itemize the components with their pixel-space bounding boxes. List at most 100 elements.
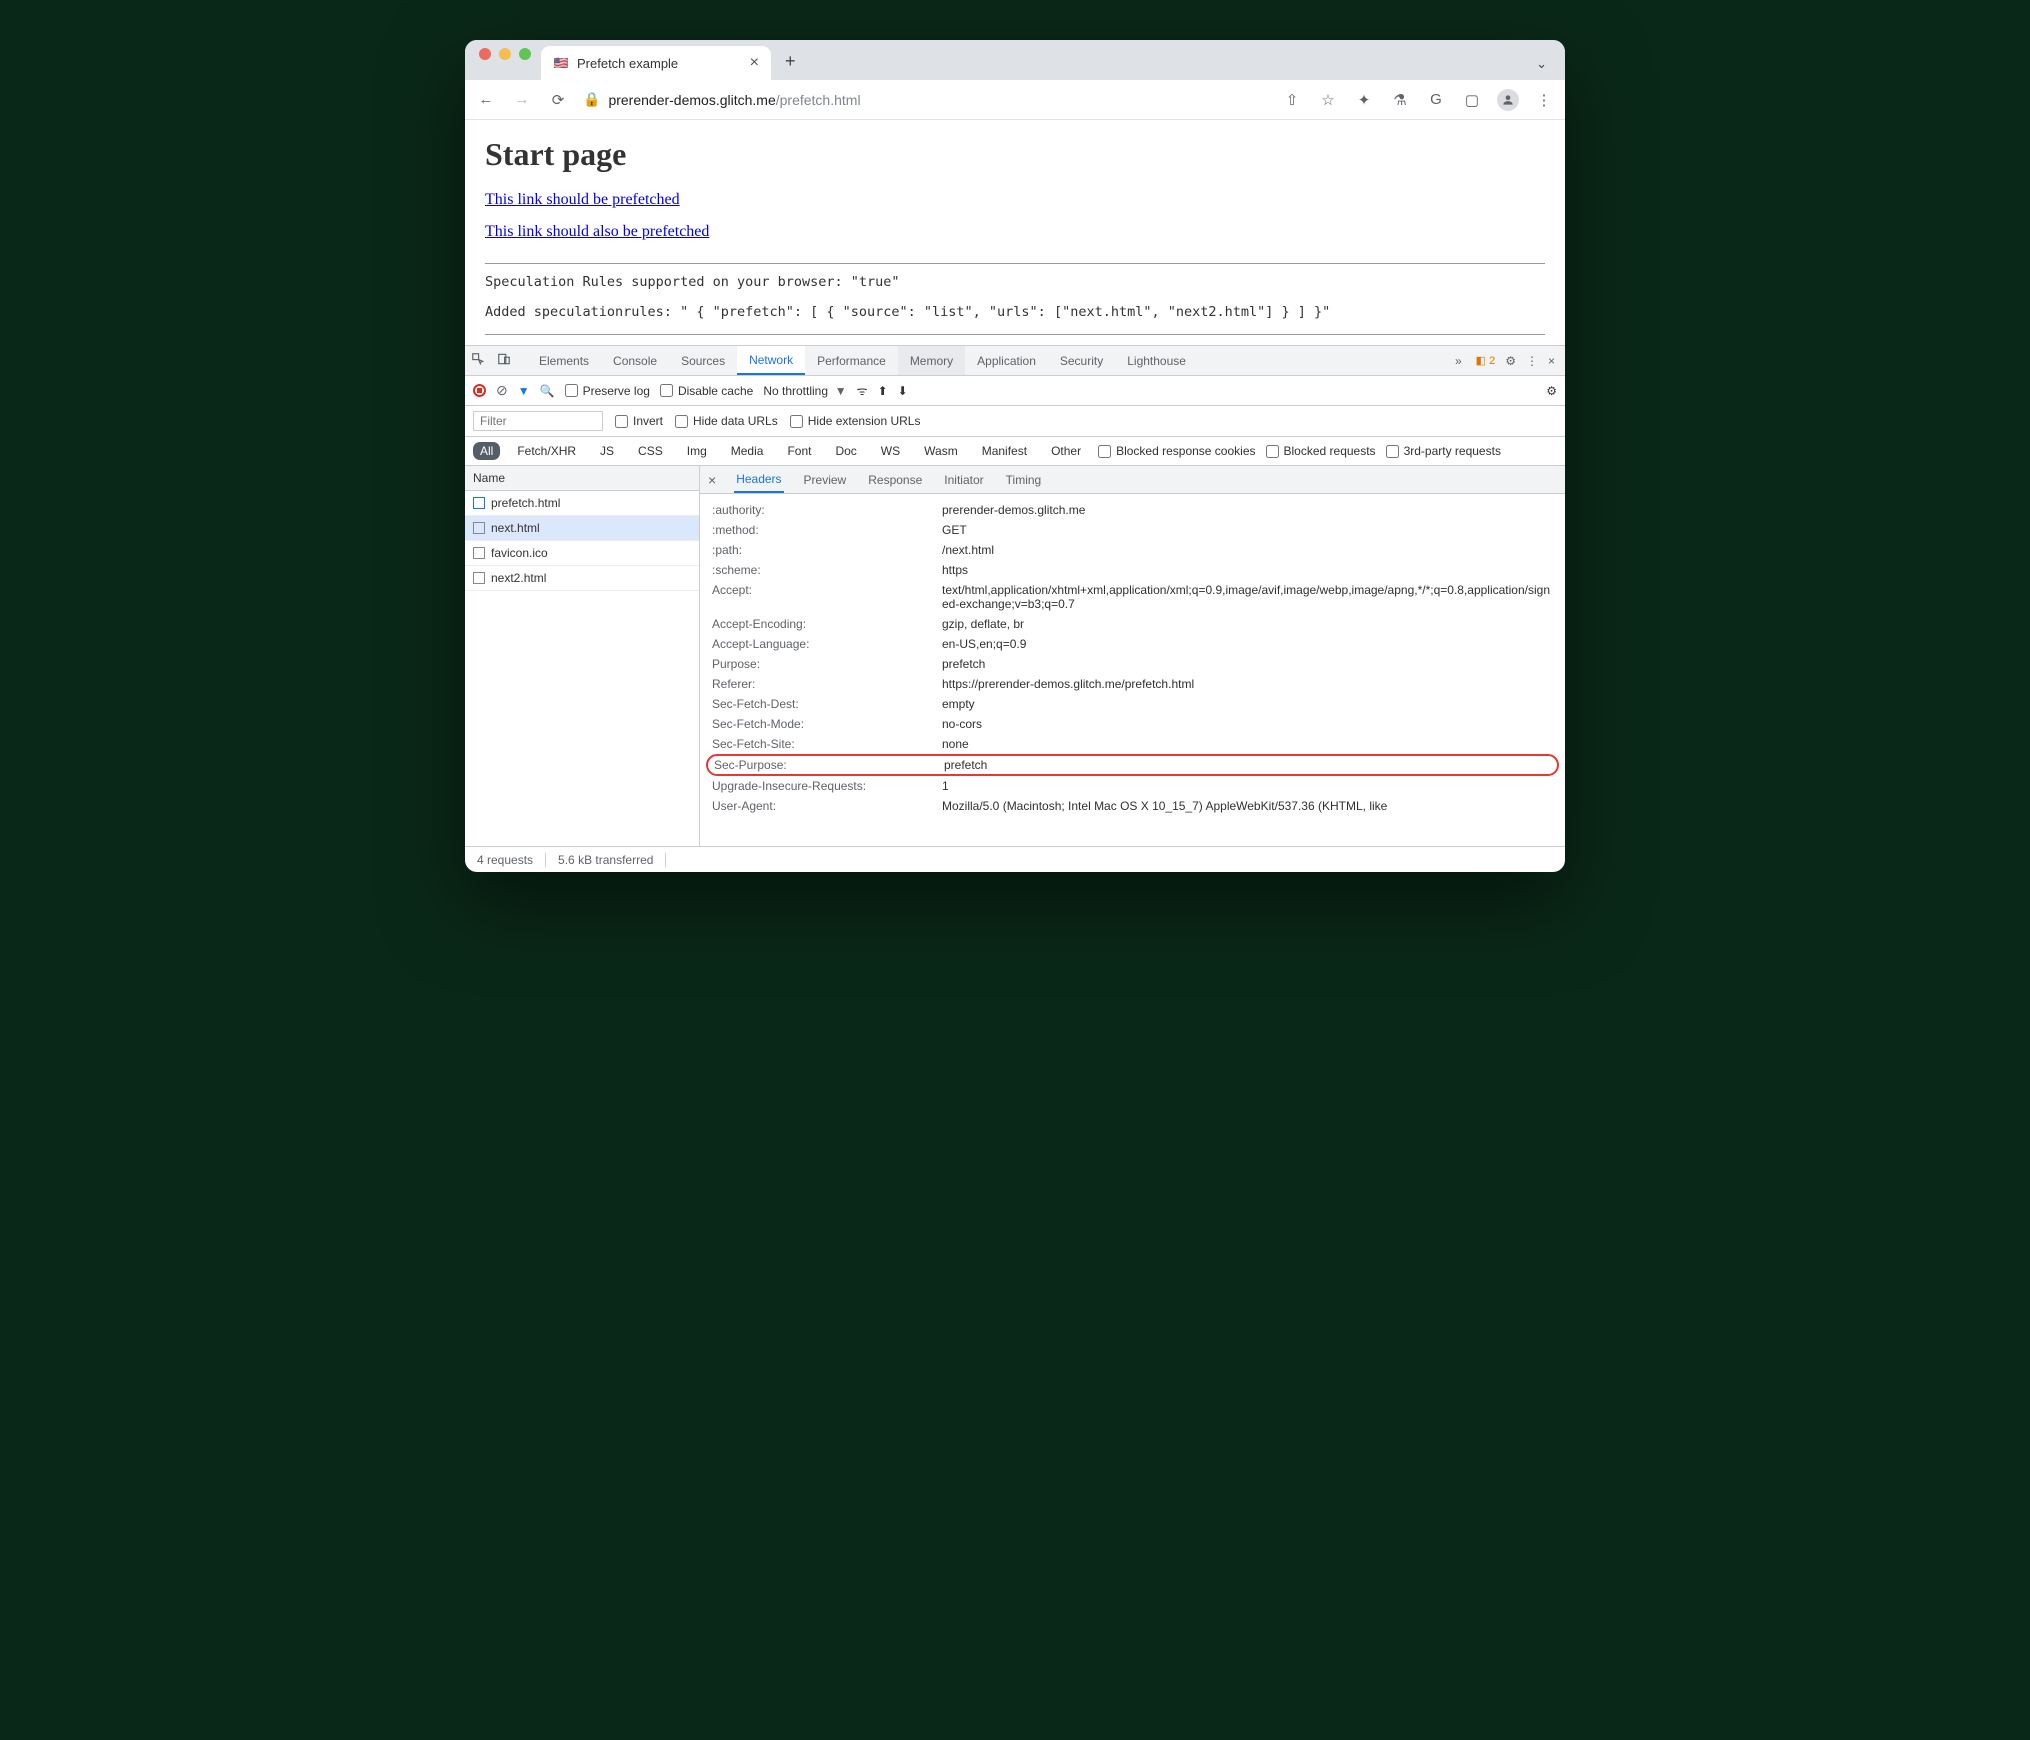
tab-lighthouse[interactable]: Lighthouse bbox=[1115, 346, 1198, 375]
tab-headers[interactable]: Headers bbox=[734, 466, 783, 493]
import-icon[interactable]: ⬆ bbox=[878, 384, 888, 398]
tab-elements[interactable]: Elements bbox=[527, 346, 601, 375]
request-row[interactable]: next2.html bbox=[465, 566, 699, 591]
header-row: :authority:prerender-demos.glitch.me bbox=[700, 500, 1565, 520]
tab-network[interactable]: Network bbox=[737, 346, 805, 375]
google-icon[interactable]: G bbox=[1425, 91, 1447, 108]
labs-icon[interactable]: ⚗ bbox=[1389, 91, 1411, 109]
minimize-window-icon[interactable] bbox=[499, 48, 511, 60]
type-filter-manifest[interactable]: Manifest bbox=[975, 442, 1034, 460]
tab-memory[interactable]: Memory bbox=[898, 346, 965, 375]
request-row[interactable]: favicon.ico bbox=[465, 541, 699, 566]
header-key: :method: bbox=[712, 523, 942, 537]
gear-icon[interactable]: ⚙ bbox=[1546, 384, 1557, 398]
device-icon[interactable] bbox=[491, 352, 517, 369]
tab-preview[interactable]: Preview bbox=[802, 466, 849, 493]
gear-icon[interactable]: ⚙ bbox=[1505, 354, 1516, 368]
header-row: User-Agent:Mozilla/5.0 (Macintosh; Intel… bbox=[700, 796, 1565, 816]
type-filter-fetchxhr[interactable]: Fetch/XHR bbox=[510, 442, 583, 460]
header-value: en-US,en;q=0.9 bbox=[942, 637, 1553, 651]
request-row[interactable]: prefetch.html bbox=[465, 491, 699, 516]
type-filter-js[interactable]: JS bbox=[593, 442, 621, 460]
disable-cache-checkbox[interactable]: Disable cache bbox=[660, 384, 753, 398]
blocked-requests-checkbox[interactable]: Blocked requests bbox=[1266, 444, 1376, 458]
header-value: https bbox=[942, 563, 1553, 577]
header-value: empty bbox=[942, 697, 1553, 711]
browser-window: 🇺🇸 Prefetch example × + ⌄ ← → ⟳ 🔒 preren… bbox=[465, 40, 1565, 872]
request-name: next.html bbox=[491, 521, 540, 535]
filter-row: Invert Hide data URLs Hide extension URL… bbox=[465, 406, 1565, 437]
close-details-icon[interactable]: × bbox=[708, 472, 716, 488]
tab-console[interactable]: Console bbox=[601, 346, 669, 375]
sidepanel-icon[interactable]: ▢ bbox=[1461, 91, 1483, 109]
throttling-select[interactable]: No throttling ▼ bbox=[763, 384, 846, 398]
link-prefetch-2[interactable]: This link should also be prefetched bbox=[485, 223, 709, 241]
preserve-log-checkbox[interactable]: Preserve log bbox=[565, 384, 650, 398]
tab-dropdown-icon[interactable]: ⌄ bbox=[1526, 56, 1557, 80]
type-filter-doc[interactable]: Doc bbox=[828, 442, 863, 460]
tab-sources[interactable]: Sources bbox=[669, 346, 737, 375]
header-value: prerender-demos.glitch.me bbox=[942, 503, 1553, 517]
clear-icon[interactable]: ⊘ bbox=[496, 382, 508, 399]
type-filter-all[interactable]: All bbox=[473, 442, 500, 460]
type-filter-media[interactable]: Media bbox=[724, 442, 771, 460]
filter-icon[interactable]: ▼ bbox=[518, 384, 530, 398]
network-conditions-icon[interactable]: ᯤ bbox=[857, 382, 868, 399]
record-button[interactable] bbox=[473, 384, 486, 397]
extensions-icon[interactable]: ✦ bbox=[1353, 91, 1375, 109]
status-text-1: Speculation Rules supported on your brow… bbox=[485, 274, 1545, 290]
url-path: /prefetch.html bbox=[776, 92, 861, 108]
divider bbox=[485, 263, 1545, 264]
tab-response[interactable]: Response bbox=[866, 466, 924, 493]
browser-tab[interactable]: 🇺🇸 Prefetch example × bbox=[541, 46, 771, 80]
tab-initiator[interactable]: Initiator bbox=[942, 466, 985, 493]
share-icon[interactable]: ⇧ bbox=[1281, 91, 1303, 109]
link-prefetch-1[interactable]: This link should be prefetched bbox=[485, 191, 680, 209]
header-key: Accept-Language: bbox=[712, 637, 942, 651]
type-filter-css[interactable]: CSS bbox=[631, 442, 670, 460]
header-key: :authority: bbox=[712, 503, 942, 517]
blocked-cookies-checkbox[interactable]: Blocked response cookies bbox=[1098, 444, 1255, 458]
avatar-icon[interactable] bbox=[1497, 89, 1519, 111]
type-filter-other[interactable]: Other bbox=[1044, 442, 1088, 460]
type-filter-ws[interactable]: WS bbox=[874, 442, 907, 460]
more-tabs-icon[interactable]: » bbox=[1455, 354, 1462, 368]
close-tab-icon[interactable]: × bbox=[750, 54, 759, 72]
new-tab-button[interactable]: + bbox=[771, 51, 810, 80]
close-devtools-icon[interactable]: × bbox=[1548, 354, 1555, 368]
kebab-icon[interactable]: ⋮ bbox=[1526, 354, 1538, 368]
back-button[interactable]: ← bbox=[475, 91, 497, 108]
filter-input[interactable] bbox=[473, 411, 603, 431]
type-filter-row: All Fetch/XHR JS CSS Img Media Font Doc WS Wasm Ma… bbox=[465, 437, 1565, 466]
tab-timing[interactable]: Timing bbox=[1004, 466, 1044, 493]
header-row: Accept:text/html,application/xhtml+xml,a… bbox=[700, 580, 1565, 614]
header-row: Accept-Language:en-US,en;q=0.9 bbox=[700, 634, 1565, 654]
warnings-badge[interactable]: ◧ 2 bbox=[1476, 354, 1496, 367]
request-row[interactable]: next.html bbox=[465, 516, 699, 541]
header-row: Sec-Fetch-Site:none bbox=[700, 734, 1565, 754]
tab-application[interactable]: Application bbox=[965, 346, 1048, 375]
third-party-checkbox[interactable]: 3rd-party requests bbox=[1386, 444, 1501, 458]
url-host: prerender-demos.glitch.me bbox=[608, 92, 775, 108]
invert-checkbox[interactable]: Invert bbox=[615, 414, 663, 428]
reload-button[interactable]: ⟳ bbox=[547, 91, 569, 109]
menu-icon[interactable]: ⋮ bbox=[1533, 91, 1555, 109]
star-icon[interactable]: ☆ bbox=[1317, 91, 1339, 109]
hide-data-urls-checkbox[interactable]: Hide data URLs bbox=[675, 414, 778, 428]
search-icon[interactable]: 🔍 bbox=[540, 384, 555, 398]
maximize-window-icon[interactable] bbox=[519, 48, 531, 60]
hide-extension-urls-checkbox[interactable]: Hide extension URLs bbox=[790, 414, 921, 428]
tab-performance[interactable]: Performance bbox=[805, 346, 898, 375]
inspect-icon[interactable] bbox=[465, 352, 491, 369]
tab-security[interactable]: Security bbox=[1048, 346, 1115, 375]
forward-button[interactable]: → bbox=[511, 91, 533, 108]
address-bar[interactable]: 🔒 prerender-demos.glitch.me/prefetch.htm… bbox=[583, 91, 1267, 108]
header-key: Sec-Purpose: bbox=[714, 758, 944, 772]
type-filter-wasm[interactable]: Wasm bbox=[917, 442, 965, 460]
export-icon[interactable]: ⬇ bbox=[898, 384, 908, 398]
detail-tabs: × Headers Preview Response Initiator Tim… bbox=[700, 466, 1565, 494]
type-filter-img[interactable]: Img bbox=[680, 442, 714, 460]
request-column-name[interactable]: Name bbox=[465, 466, 699, 491]
close-window-icon[interactable] bbox=[479, 48, 491, 60]
type-filter-font[interactable]: Font bbox=[780, 442, 818, 460]
